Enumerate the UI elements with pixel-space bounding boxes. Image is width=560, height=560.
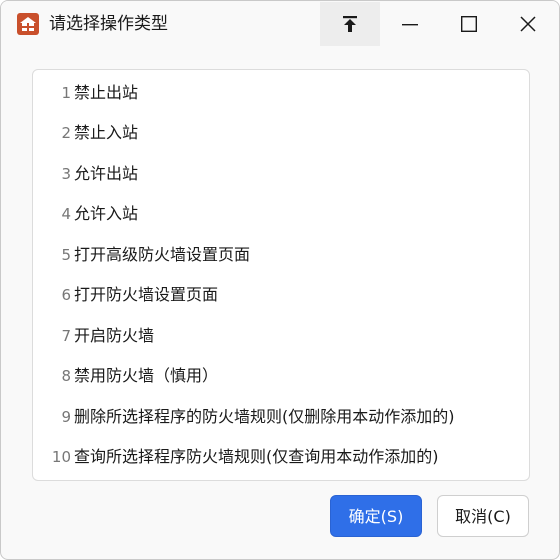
close-icon xyxy=(520,16,536,32)
list-item-1[interactable]: 1 禁止出站 xyxy=(33,73,529,111)
cancel-button[interactable]: 取消(C) xyxy=(437,495,529,537)
dialog-window: 请选择操作类型 1 禁止出站 2 禁止入站 3 允许出站 4 允许入站 5 打开… xyxy=(0,0,560,560)
item-label: 打开高级防火墙设置页面 xyxy=(74,245,251,264)
item-number: 3 xyxy=(61,165,71,183)
title-bar[interactable]: 请选择操作类型 xyxy=(1,1,559,47)
item-number: 2 xyxy=(61,124,71,142)
item-number: 5 xyxy=(61,246,71,264)
item-label: 开启防火墙 xyxy=(74,326,155,345)
list-item-8[interactable]: 8 禁用防火墙（慎用） xyxy=(33,356,529,394)
list-item-6[interactable]: 6 打开防火墙设置页面 xyxy=(33,275,529,313)
operation-list[interactable]: 1 禁止出站 2 禁止入站 3 允许出站 4 允许入站 5 打开高级防火墙设置页… xyxy=(32,69,530,481)
list-item-10[interactable]: 10 查询所选择程序防火墙规则(仅查询用本动作添加的) xyxy=(33,437,529,475)
close-button[interactable] xyxy=(498,2,558,46)
maximize-icon xyxy=(461,16,477,32)
list-item-7[interactable]: 7 开启防火墙 xyxy=(33,316,529,354)
item-label: 禁止出站 xyxy=(74,83,139,102)
item-label: 删除所选择程序的防火墙规则(仅删除用本动作添加的) xyxy=(74,407,455,426)
item-label: 允许入站 xyxy=(74,204,139,223)
item-label: 禁止入站 xyxy=(74,123,139,142)
item-label: 查询所选择程序防火墙规则(仅查询用本动作添加的) xyxy=(74,447,439,466)
item-label: 打开防火墙设置页面 xyxy=(74,285,219,304)
item-number: 6 xyxy=(61,286,71,304)
list-item-9[interactable]: 9 删除所选择程序的防火墙规则(仅删除用本动作添加的) xyxy=(33,397,529,435)
list-item-3[interactable]: 3 允许出站 xyxy=(33,154,529,192)
window-title: 请选择操作类型 xyxy=(49,14,168,34)
maximize-button[interactable] xyxy=(439,2,499,46)
minimize-icon xyxy=(402,24,418,26)
pin-top-button[interactable] xyxy=(320,2,380,46)
item-number: 7 xyxy=(61,327,71,345)
list-item-5[interactable]: 5 打开高级防火墙设置页面 xyxy=(33,235,529,273)
ok-button[interactable]: 确定(S) xyxy=(330,495,422,537)
item-number: 8 xyxy=(61,367,71,385)
item-number: 1 xyxy=(61,84,71,102)
item-number: 9 xyxy=(61,408,71,426)
pin-top-icon xyxy=(343,16,357,32)
minimize-button[interactable] xyxy=(380,2,440,46)
item-number: 10 xyxy=(51,448,71,466)
firewall-app-icon xyxy=(17,13,39,35)
item-number: 4 xyxy=(61,205,71,223)
item-label: 禁用防火墙（慎用） xyxy=(74,366,219,385)
list-item-4[interactable]: 4 允许入站 xyxy=(33,194,529,232)
list-item-2[interactable]: 2 禁止入站 xyxy=(33,113,529,151)
item-label: 允许出站 xyxy=(74,164,139,183)
